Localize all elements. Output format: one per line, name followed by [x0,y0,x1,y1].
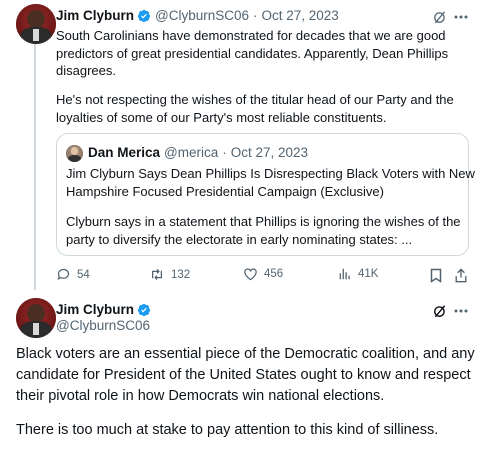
tweet-text-line: their pivotal role in how Democrats win … [16,388,385,404]
quote-author-name: Dan Merica [88,145,161,160]
reply-icon [57,268,70,281]
author-handle[interactable]: @ClyburnSC06 [56,318,150,333]
avatar[interactable] [16,4,56,44]
views-button[interactable]: 41K [338,267,378,281]
tweet-text: There is too much at stake to pay attent… [16,420,476,441]
separator-dot: · [253,8,258,23]
author-handle[interactable]: @ClyburnSC06 [155,8,249,23]
tweet-text-line: disagrees. [56,63,116,78]
quote-date: Oct 27, 2023 [230,145,309,160]
quote-text-line: Jim Clyburn Says Dean Phillips Is Disres… [66,166,475,181]
like-button[interactable]: 456 [243,267,283,281]
tweet-text-line: There is too much at stake to pay attent… [16,422,439,438]
separator-dot: · [222,145,227,160]
tweet-text-line: loyalties of some of our Party's most re… [56,109,387,125]
reply-count: 54 [77,268,90,281]
tweet-text-line: predictors of great presidential candida… [56,45,449,61]
author-handle-row: @ClyburnSC06 [56,318,150,333]
quote-title: Jim Clyburn Says Dean Phillips Is Disres… [66,165,475,200]
tweet-header: Jim Clyburn @ClyburnSC06 · Oct 27, 2023 [56,8,339,23]
like-icon [244,268,257,281]
tweet-text-line: Black voters are an essential piece of t… [16,346,475,362]
share-icon [455,267,467,282]
tweet-text: South Carolinians have demonstrated for … [56,27,448,80]
tweet-text-line: He's not respecting the wishes of the ti… [56,92,454,107]
thread-line [34,44,36,290]
tweet-text-line: South Carolinians have demonstrated for … [56,28,446,43]
bookmark-icon [430,268,442,283]
quote-text-line: party to diversify the electorate in ear… [66,231,413,247]
avatar[interactable] [16,298,56,338]
views-icon [339,268,350,280]
author-name[interactable]: Jim Clyburn [56,302,134,317]
repost-icon [152,269,162,280]
views-count: 41K [358,268,379,280]
quote-text-line: Hampshire Focused Presidential Campaign … [66,183,384,199]
like-count: 456 [264,268,284,280]
verified-badge-icon [137,9,151,22]
quote-header: Dan Merica @merica · Oct 27, 2023 [88,145,308,160]
share-button[interactable] [453,267,469,283]
quote-summary: Clyburn says in a statement that Phillip… [66,213,461,248]
quote-author-handle: @merica [164,145,219,160]
more-icon[interactable] [452,9,470,25]
verified-badge-icon [137,303,151,316]
grok-icon[interactable] [432,303,448,319]
grok-icon[interactable] [432,9,448,25]
bookmark-button[interactable] [428,267,444,283]
tweet-text: Black voters are an essential piece of t… [16,344,476,407]
tweet-text-line: candidate for President of the United St… [16,367,471,383]
repost-button[interactable]: 132 [149,267,190,282]
more-icon[interactable] [452,303,470,319]
tweet-header: Jim Clyburn [56,302,151,317]
author-name[interactable]: Jim Clyburn [56,8,134,23]
quote-avatar[interactable] [66,145,83,162]
repost-count: 132 [171,268,191,281]
quote-text-line: Clyburn says in a statement that Phillip… [66,214,461,229]
tweet-text: He's not respecting the wishes of the ti… [56,91,454,126]
tweet-date[interactable]: Oct 27, 2023 [262,8,339,23]
reply-button[interactable]: 54 [56,267,90,282]
